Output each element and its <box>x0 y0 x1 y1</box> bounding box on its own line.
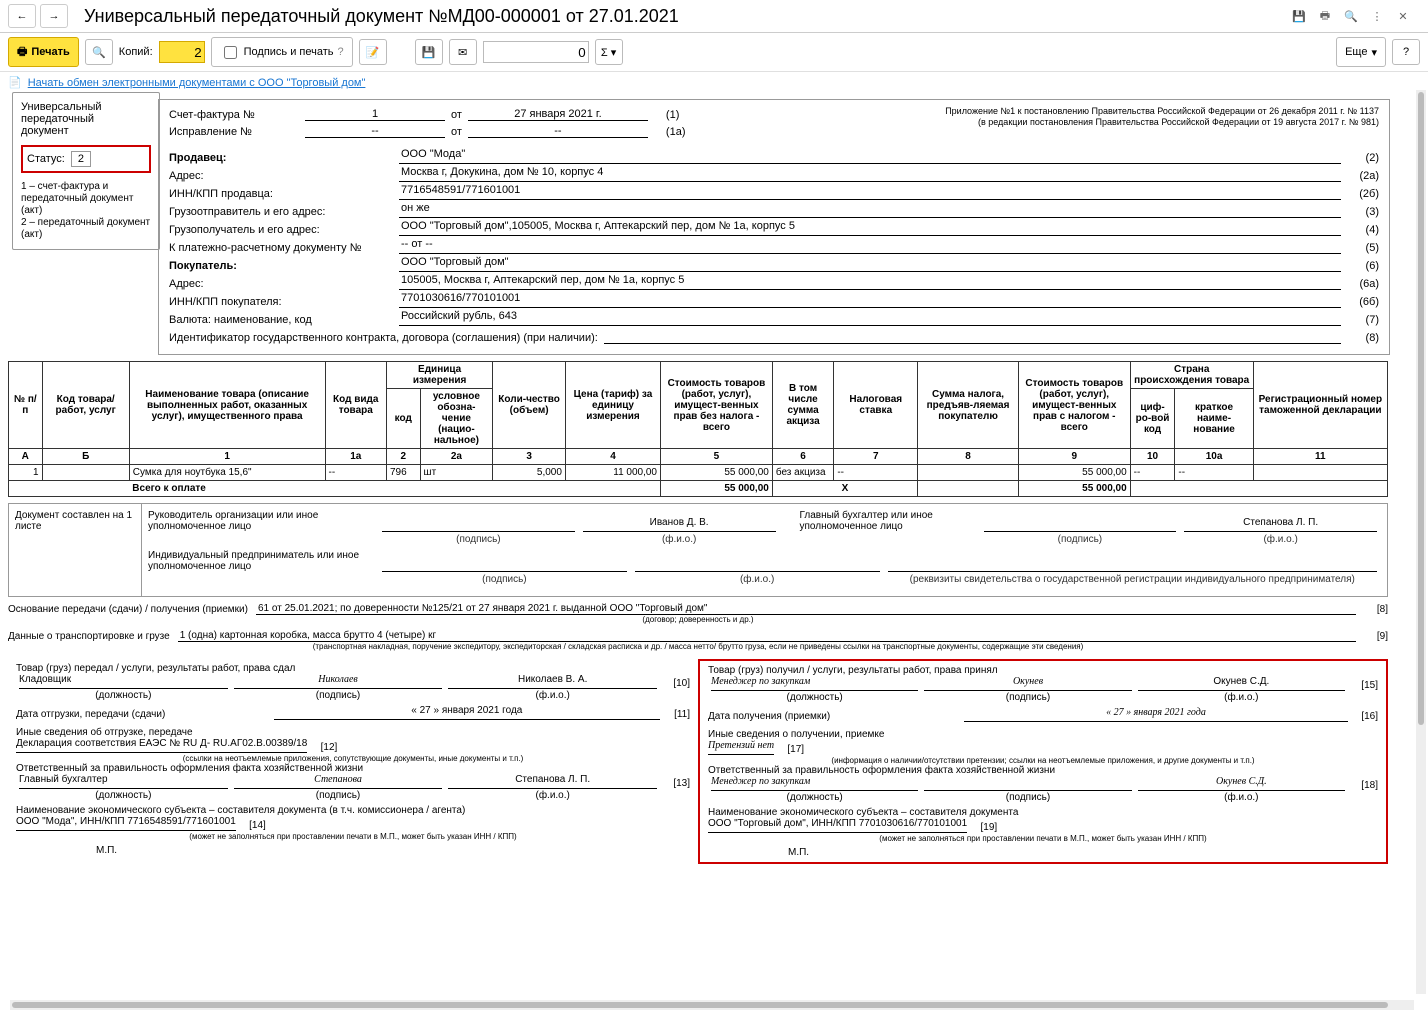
signatures-box: Руководитель организации или иное уполно… <box>142 503 1388 597</box>
preview-icon[interactable]: 🔍 <box>1342 7 1360 25</box>
mail-icon[interactable]: ✉ <box>449 39 477 65</box>
edo-link[interactable]: Начать обмен электронными документами с … <box>28 77 366 89</box>
regulation-note: Приложение №1 к постановлению Правительс… <box>945 106 1379 128</box>
print-button[interactable]: 🖶 Печать <box>8 37 79 67</box>
more-button[interactable]: Еще ▾ <box>1336 37 1386 67</box>
edit-icon[interactable]: 📝 <box>359 39 387 65</box>
items-table: № п/п Код товара/ работ, услуг Наименова… <box>8 361 1388 497</box>
number-input[interactable] <box>483 41 589 63</box>
receiver-signatures: Товар (груз) получил / услуги, результат… <box>698 659 1388 864</box>
save-icon[interactable]: 💾 <box>1290 7 1308 25</box>
preview-button[interactable]: 🔍 <box>85 39 113 65</box>
document-header: Приложение №1 к постановлению Правительс… <box>158 99 1390 355</box>
vertical-scrollbar[interactable] <box>1416 90 1426 994</box>
close-icon[interactable]: ✕ <box>1394 7 1412 25</box>
print-icon[interactable]: 🖶 <box>1316 7 1334 25</box>
save-disk-icon[interactable]: 💾 <box>415 39 443 65</box>
shipper-signatures: Товар (груз) передал / услуги, результат… <box>8 659 698 864</box>
pages-box: Документ составлен на 1 листе <box>8 503 142 597</box>
copies-input[interactable] <box>159 41 205 63</box>
total-row: Всего к оплате 55 000,00X 55 000,00 <box>9 481 1388 497</box>
nav-forward[interactable]: → <box>40 4 68 28</box>
nav-back[interactable]: ← <box>8 4 36 28</box>
help-button[interactable]: ? <box>1392 39 1420 65</box>
window-title: Универсальный передаточный документ №МД0… <box>84 6 1290 27</box>
copies-label: Копий: <box>119 46 153 58</box>
sign-print-checkbox[interactable] <box>224 46 237 59</box>
sign-print-button[interactable]: Подпись и печать ? <box>211 37 353 67</box>
horizontal-scrollbar[interactable] <box>10 1000 1414 1010</box>
kebab-icon[interactable]: ⋮ <box>1368 7 1386 25</box>
table-row: 1 Сумка для ноутбука 15,6"-- 796шт 5,000… <box>9 465 1388 481</box>
edo-icon: 📄 <box>8 76 22 89</box>
sigma-button[interactable]: Σ ▾ <box>595 39 623 65</box>
